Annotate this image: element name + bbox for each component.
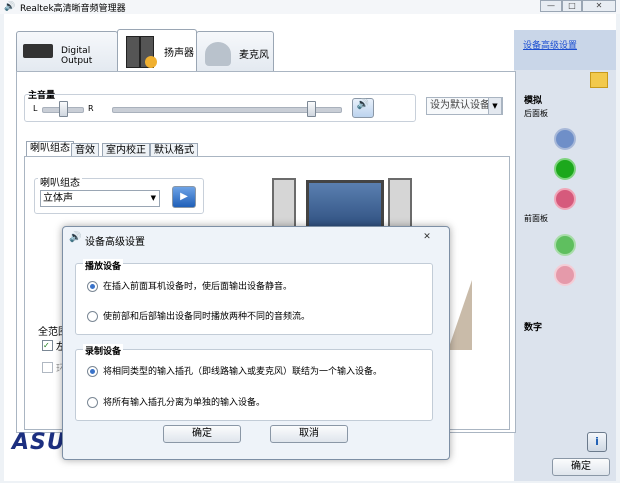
rear-jack-green[interactable] bbox=[554, 158, 576, 180]
speaker-tab-icon bbox=[126, 36, 140, 68]
dialog-ok-button[interactable]: 确定 bbox=[163, 425, 241, 443]
playback-multistream-label: 使前部和后部输出设备同时播放两种不同的音频流。 bbox=[103, 312, 311, 322]
playback-mute-rear-label: 在插入前面耳机设备时，使后面输出设备静音。 bbox=[103, 282, 293, 292]
rear-jack-blue[interactable] bbox=[554, 128, 576, 150]
analog-label: 模拟 bbox=[524, 96, 543, 106]
playback-mute-rear-radio[interactable] bbox=[87, 281, 98, 292]
main-ok-button[interactable]: 确定 bbox=[552, 458, 610, 476]
subtab-default-format[interactable]: 默认格式 bbox=[150, 143, 198, 156]
chevron-down-icon: ▼ bbox=[150, 194, 156, 202]
close-button[interactable]: ✕ bbox=[582, 0, 616, 12]
tab-digital-output-label: Digital Output bbox=[61, 46, 93, 66]
dialog-close-icon[interactable]: ✕ bbox=[419, 231, 435, 243]
volume-slider-thumb[interactable] bbox=[307, 101, 316, 117]
playback-group bbox=[75, 263, 433, 335]
play-test-button[interactable]: ▶ bbox=[172, 186, 196, 208]
digital-label: 数字 bbox=[524, 323, 543, 333]
record-group bbox=[75, 349, 433, 421]
digital-output-icon bbox=[23, 44, 53, 58]
playback-group-label: 播放设备 bbox=[83, 259, 124, 272]
record-separate-inputs-label: 将所有输入插孔分离为单独的输入设备。 bbox=[103, 398, 266, 408]
balance-right-label: R bbox=[88, 104, 94, 113]
rear-jack-pink[interactable] bbox=[554, 188, 576, 210]
record-tie-inputs-label: 将相同类型的输入插孔（即线路输入或麦克风）联结为一个输入设备。 bbox=[103, 367, 383, 377]
record-group-label: 录制设备 bbox=[83, 344, 124, 357]
dialog-cancel-button[interactable]: 取消 bbox=[270, 425, 348, 443]
tab-speakers-label: 扬声器 bbox=[164, 48, 194, 59]
speaker-config-value: 立体声 bbox=[43, 193, 73, 204]
window-title: Realtek高清晰音频管理器 bbox=[20, 4, 126, 14]
microphone-icon bbox=[205, 42, 231, 66]
front-jack-green[interactable] bbox=[554, 234, 576, 256]
tab-digital-output[interactable]: Digital Output bbox=[16, 31, 118, 72]
balance-slider-thumb[interactable] bbox=[59, 101, 68, 117]
subtab-sound-effects[interactable]: 音效 bbox=[71, 143, 99, 156]
dialog-title: 设备高级设置 bbox=[85, 237, 145, 248]
front-panel-label: 前面板 bbox=[524, 214, 548, 223]
tab-microphone-label: 麦克风 bbox=[239, 50, 269, 61]
subtab-room-correction[interactable]: 室内校正 bbox=[102, 143, 150, 156]
tab-speakers[interactable]: 扬声器 bbox=[117, 29, 197, 74]
folder-icon[interactable] bbox=[590, 72, 608, 88]
tab-microphone[interactable]: 麦克风 bbox=[196, 31, 274, 72]
record-tie-inputs-radio[interactable] bbox=[87, 366, 98, 377]
chevron-down-icon[interactable]: ▼ bbox=[488, 97, 502, 115]
advanced-settings-dialog: 🔊 设备高级设置 ✕ 播放设备 在插入前面耳机设备时，使后面输出设备静音。 使前… bbox=[62, 226, 450, 460]
check-badge-icon bbox=[145, 56, 157, 68]
room-floor-image bbox=[448, 280, 472, 350]
speaker-config-label: 喇叭组态 bbox=[38, 174, 82, 189]
record-separate-inputs-radio[interactable] bbox=[87, 397, 98, 408]
left-speaker-image bbox=[272, 178, 296, 232]
set-default-device-label: 设为默认设备 bbox=[430, 100, 490, 111]
right-speaker-image bbox=[388, 178, 412, 232]
speaker-config-select[interactable]: 立体声 ▼ bbox=[40, 190, 160, 207]
device-advanced-settings-link[interactable]: 设备高级设置 bbox=[523, 38, 577, 51]
info-icon[interactable]: i bbox=[587, 432, 607, 452]
minimize-button[interactable]: — bbox=[540, 0, 562, 12]
rear-panel-label: 后面板 bbox=[524, 109, 548, 118]
dialog-speaker-icon: 🔊 bbox=[69, 232, 82, 243]
maximize-button[interactable]: □ bbox=[562, 0, 582, 12]
playback-multistream-radio[interactable] bbox=[87, 311, 98, 322]
monitor-image bbox=[306, 180, 384, 232]
balance-left-label: L bbox=[33, 104, 38, 113]
front-jack-pink[interactable] bbox=[554, 264, 576, 286]
app-speaker-icon: 🔊 bbox=[4, 2, 16, 12]
subtab-speaker-config[interactable]: 喇叭组态 bbox=[26, 141, 74, 156]
full-range-checkbox-2[interactable] bbox=[42, 362, 53, 373]
mute-speaker-icon[interactable]: 🔊 bbox=[352, 98, 374, 118]
full-range-checkbox-1[interactable]: ✓ bbox=[42, 340, 53, 351]
